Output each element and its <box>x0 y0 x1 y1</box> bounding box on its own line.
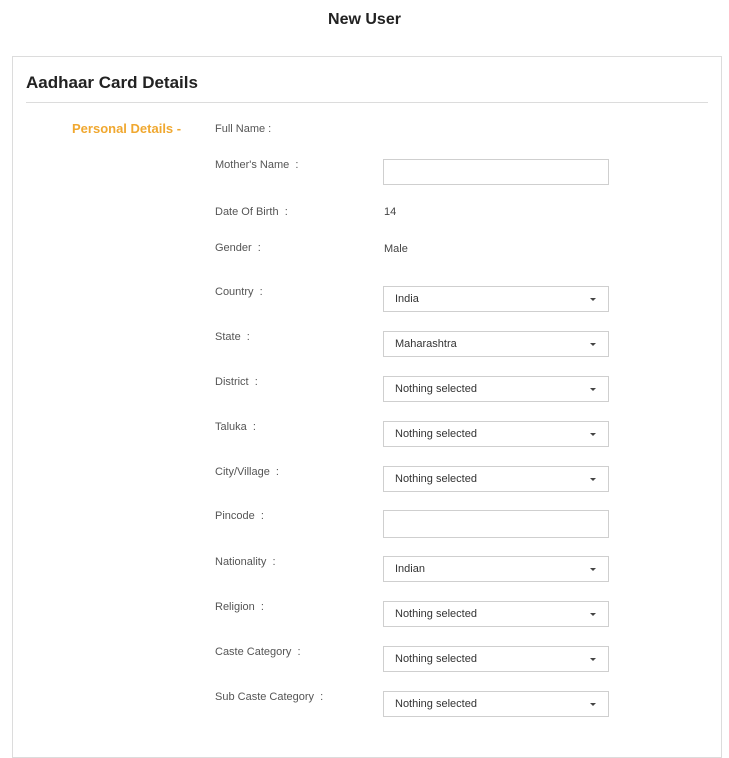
page-title: New User <box>328 11 401 28</box>
sub-caste-category-select[interactable]: Nothing selected <box>383 691 609 717</box>
caret-down-icon <box>590 478 596 481</box>
caret-down-icon <box>590 298 596 301</box>
caste-category-label: Caste Category : <box>215 646 301 658</box>
caret-down-icon <box>590 388 596 391</box>
sub-caste-category-label: Sub Caste Category : <box>215 691 324 703</box>
nationality-select[interactable]: Indian <box>383 556 609 582</box>
state-label: State : <box>215 331 250 343</box>
taluka-label: Taluka : <box>215 421 256 433</box>
full-name-label: Full Name : <box>215 123 272 135</box>
religion-select[interactable]: Nothing selected <box>383 601 609 627</box>
district-select[interactable]: Nothing selected <box>383 376 609 402</box>
pincode-label: Pincode : <box>215 510 264 522</box>
religion-label: Religion : <box>215 601 264 613</box>
gender-label: Gender : <box>215 242 261 254</box>
city-label: City/Village : <box>215 466 279 478</box>
pincode-input[interactable] <box>383 510 609 538</box>
dob-value: 14 <box>384 206 397 218</box>
card-title: Aadhaar Card Details <box>26 73 198 92</box>
mothers-name-input[interactable] <box>383 159 609 185</box>
aadhaar-card-panel: Aadhaar Card Details Personal Details - … <box>12 56 722 758</box>
country-select[interactable]: India <box>383 286 609 312</box>
country-label: Country : <box>215 286 263 298</box>
caret-down-icon <box>590 658 596 661</box>
section-label-personal-details: Personal Details - <box>72 121 182 136</box>
nationality-label: Nationality : <box>215 556 276 568</box>
state-select[interactable]: Maharashtra <box>383 331 609 357</box>
caste-category-select[interactable]: Nothing selected <box>383 646 609 672</box>
city-select[interactable]: Nothing selected <box>383 466 609 492</box>
caret-down-icon <box>590 433 596 436</box>
caret-down-icon <box>590 343 596 346</box>
caret-down-icon <box>590 703 596 706</box>
divider <box>26 102 708 103</box>
district-label: District : <box>215 376 258 388</box>
caret-down-icon <box>590 613 596 616</box>
caret-down-icon <box>590 568 596 571</box>
mothers-name-label: Mother's Name : <box>215 159 299 171</box>
gender-value: Male <box>384 243 408 255</box>
dob-label: Date Of Birth : <box>215 206 288 218</box>
taluka-select[interactable]: Nothing selected <box>383 421 609 447</box>
